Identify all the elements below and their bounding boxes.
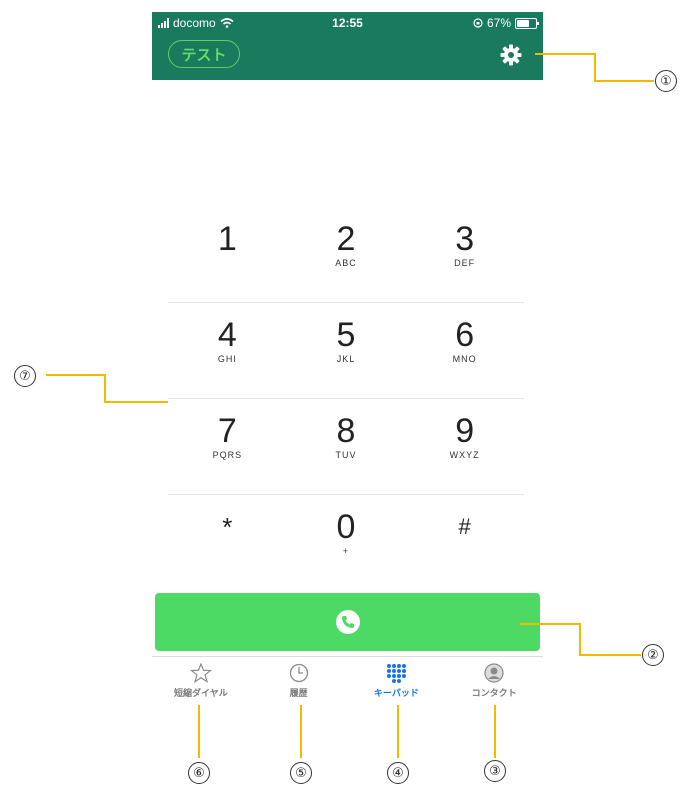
callout-line-7 bbox=[104, 374, 106, 402]
key-digit: 4 bbox=[217, 316, 237, 354]
key-letters: WXYZ bbox=[449, 450, 480, 460]
key-letters: TUV bbox=[335, 450, 357, 460]
tab-bar: 短縮ダイヤル 履歴 キーパッド コンタクト bbox=[152, 656, 543, 709]
keypad-row: * 0 + # bbox=[168, 494, 524, 590]
callout-line-7 bbox=[104, 401, 168, 403]
tab-label: 履歴 bbox=[289, 688, 308, 698]
key-7[interactable]: 7 PQRS bbox=[168, 414, 287, 460]
keypad-row: 1 2 ABC 3 DEF bbox=[168, 222, 524, 302]
key-digit: 7 bbox=[217, 412, 237, 450]
key-star[interactable]: * bbox=[168, 510, 287, 546]
battery-info: 67% bbox=[473, 16, 539, 30]
key-3[interactable]: 3 DEF bbox=[405, 222, 524, 268]
key-letters: PQRS bbox=[212, 450, 243, 460]
battery-percent: 67% bbox=[486, 16, 511, 30]
test-button[interactable]: テスト bbox=[168, 40, 240, 68]
callout-marker-6: ⑥ bbox=[188, 762, 210, 784]
key-digit: 9 bbox=[455, 412, 475, 450]
key-letters: ABC bbox=[335, 258, 357, 268]
callout-line-1 bbox=[594, 80, 654, 82]
key-6[interactable]: 6 MNO bbox=[405, 318, 524, 364]
key-digit: 2 bbox=[336, 220, 356, 258]
key-letters: DEF bbox=[454, 258, 476, 268]
callout-line-1 bbox=[594, 53, 596, 81]
key-digit: 6 bbox=[455, 316, 475, 354]
key-5[interactable]: 5 JKL bbox=[287, 318, 406, 364]
keypad-row: 4 GHI 5 JKL 6 MNO bbox=[168, 302, 524, 398]
callout-marker-1: ① bbox=[655, 70, 677, 92]
gear-icon[interactable] bbox=[499, 43, 523, 67]
tab-history[interactable]: 履歴 bbox=[250, 657, 348, 709]
callout-line-6 bbox=[198, 705, 200, 758]
callout-line-4 bbox=[397, 705, 399, 758]
key-digit: 0 bbox=[336, 508, 356, 546]
callout-line-2 bbox=[579, 654, 641, 656]
key-letters: MNO bbox=[452, 354, 477, 364]
key-digit: 1 bbox=[217, 220, 237, 258]
tab-contacts[interactable]: コンタクト bbox=[445, 657, 543, 709]
star-icon bbox=[189, 663, 212, 683]
tab-speed-dial[interactable]: 短縮ダイヤル bbox=[152, 657, 250, 709]
key-2[interactable]: 2 ABC bbox=[287, 222, 406, 268]
callout-marker-3: ③ bbox=[484, 760, 506, 782]
tab-keypad[interactable]: キーパッド bbox=[348, 657, 446, 709]
keypad-icon bbox=[387, 664, 407, 683]
status-bar: docomo 12:55 67% bbox=[152, 12, 543, 34]
call-button[interactable] bbox=[155, 593, 540, 651]
app-header: docomo 12:55 67% テスト bbox=[152, 12, 543, 80]
key-9[interactable]: 9 WXYZ bbox=[405, 414, 524, 460]
contact-icon bbox=[484, 663, 504, 683]
key-digit: 5 bbox=[336, 316, 356, 354]
callout-marker-5: ⑤ bbox=[290, 762, 312, 784]
callout-line-2 bbox=[579, 623, 581, 655]
callout-line-7 bbox=[46, 374, 106, 376]
phone-icon bbox=[335, 610, 360, 634]
key-letters: GHI bbox=[217, 354, 237, 364]
callout-line-2 bbox=[520, 623, 580, 625]
key-hash[interactable]: # bbox=[405, 510, 524, 546]
key-digit: 3 bbox=[455, 220, 475, 258]
key-8[interactable]: 8 TUV bbox=[287, 414, 406, 460]
tab-label: 短縮ダイヤル bbox=[174, 688, 228, 698]
callout-line-3 bbox=[494, 705, 496, 758]
dial-keypad: 1 2 ABC 3 DEF 4 GHI 5 JKL 6 MNO 7 PQRS 8 TUV 9W… bbox=[168, 222, 524, 590]
tab-label: キーパッド bbox=[373, 688, 419, 698]
key-digit: 8 bbox=[336, 412, 356, 450]
key-4[interactable]: 4 GHI bbox=[168, 318, 287, 364]
tab-label: コンタクト bbox=[471, 688, 517, 698]
key-digit: # bbox=[458, 514, 471, 539]
callout-marker-2: ② bbox=[642, 644, 664, 666]
callout-marker-7: ⑦ bbox=[14, 365, 36, 387]
key-letters: JKL bbox=[336, 354, 356, 364]
callout-line-5 bbox=[300, 705, 302, 758]
key-1[interactable]: 1 bbox=[168, 222, 287, 258]
battery-icon bbox=[515, 17, 539, 29]
key-0[interactable]: 0 + bbox=[287, 510, 406, 556]
callout-line-1 bbox=[535, 53, 595, 55]
key-letters: + bbox=[342, 546, 350, 556]
clock-icon bbox=[289, 663, 308, 683]
key-digit: * bbox=[222, 512, 233, 542]
orientation-lock-icon bbox=[473, 18, 483, 28]
callout-marker-4: ④ bbox=[387, 762, 409, 784]
keypad-row: 7 PQRS 8 TUV 9 WXYZ bbox=[168, 398, 524, 494]
